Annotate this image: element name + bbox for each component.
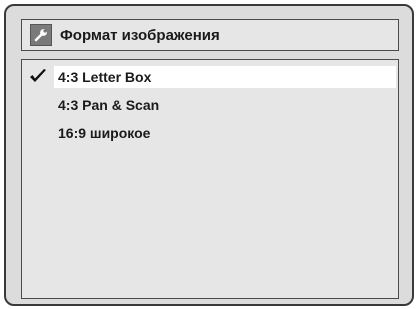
- wrench-icon: [30, 24, 52, 46]
- option-label: 4:3 Pan & Scan: [58, 97, 160, 113]
- page-title: Формат изображения: [60, 26, 220, 44]
- option-widescreen[interactable]: 16:9 широкое: [54, 122, 396, 144]
- option-pan-scan[interactable]: 4:3 Pan & Scan: [54, 94, 396, 116]
- option-label: 16:9 широкое: [58, 125, 151, 141]
- option-letter-box[interactable]: 4:3 Letter Box: [54, 66, 396, 88]
- settings-screen: Формат изображения 4:3 Letter Box 4:3 Pa…: [1, 1, 416, 308]
- option-label: 4:3 Letter Box: [58, 69, 152, 85]
- options-panel: 4:3 Letter Box 4:3 Pan & Scan 16:9 широк…: [21, 59, 399, 299]
- checkmark-icon: [30, 69, 46, 82]
- title-bar: Формат изображения: [21, 19, 399, 51]
